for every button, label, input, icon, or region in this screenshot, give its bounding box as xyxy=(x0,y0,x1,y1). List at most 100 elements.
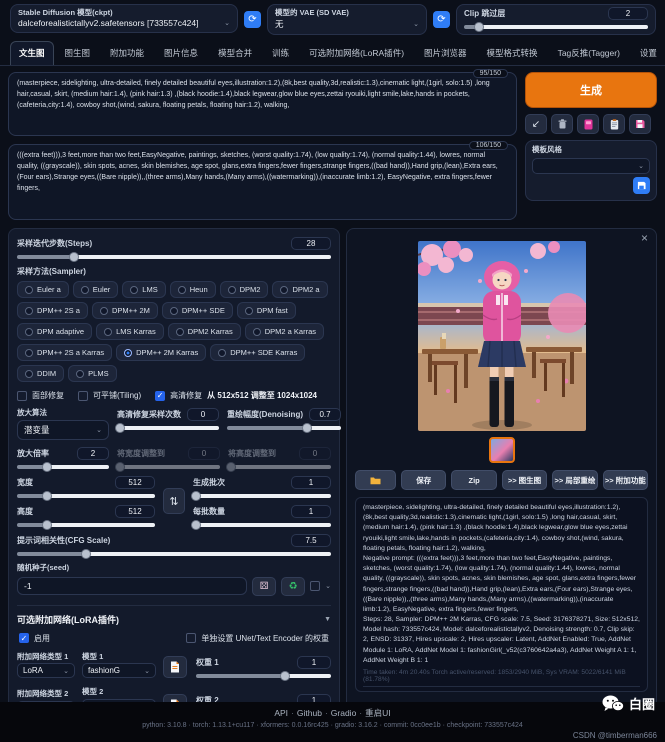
tab-png-info[interactable]: 图片信息 xyxy=(155,41,207,65)
tab-model-converter[interactable]: 模型格式转换 xyxy=(478,41,547,65)
swap-dimensions-button[interactable]: ⇅ xyxy=(163,488,185,514)
resize-width-value[interactable]: 0 xyxy=(188,447,220,460)
sampler-option[interactable]: PLMS xyxy=(68,365,116,382)
save-styles-button[interactable] xyxy=(633,177,650,194)
sampler-option-selected[interactable]: DPM++ 2M Karras xyxy=(116,344,206,361)
send-to-img2img-button[interactable]: >> 图生图 xyxy=(502,470,547,490)
slider-handle[interactable] xyxy=(42,462,52,472)
restore-faces-checkbox[interactable]: 面部修复 xyxy=(17,390,64,401)
sampler-option[interactable]: DDIM xyxy=(17,365,64,382)
tab-train[interactable]: 训练 xyxy=(263,41,298,65)
generated-image[interactable] xyxy=(418,241,586,431)
lora-enable-checkbox[interactable]: ✓启用 xyxy=(19,633,50,644)
apply-style-button[interactable] xyxy=(603,114,625,134)
seed-input[interactable]: -1 xyxy=(17,577,247,595)
sampler-option[interactable]: DPM adaptive xyxy=(17,323,92,340)
sampler-option[interactable]: Heun xyxy=(170,281,216,298)
lora-weight-slider[interactable] xyxy=(196,674,331,678)
sampler-option[interactable]: DPM++ SDE xyxy=(162,302,233,319)
random-seed-button[interactable]: ⚄ xyxy=(252,577,276,596)
steps-slider[interactable] xyxy=(17,255,331,259)
extra-seed-checkbox[interactable] xyxy=(310,581,320,591)
sampler-option[interactable]: DPM fast xyxy=(237,302,296,319)
batch-count-value[interactable]: 1 xyxy=(291,476,331,489)
slider-handle[interactable] xyxy=(474,22,484,32)
clip-skip-slider[interactable] xyxy=(464,25,648,29)
checkpoint-select[interactable]: Stable Diffusion 模型(ckpt) dalceforealist… xyxy=(10,4,238,33)
tiling-checkbox[interactable]: 可平铺(Tiling) xyxy=(78,390,141,401)
batch-size-slider[interactable] xyxy=(193,523,331,527)
refresh-vae-button[interactable]: ⟳ xyxy=(433,11,450,28)
tab-extras[interactable]: 附加功能 xyxy=(101,41,153,65)
read-params-button[interactable]: ↙ xyxy=(525,114,547,134)
lora-separate-weights-checkbox[interactable]: 单独设置 UNet/Text Encoder 的权重 xyxy=(186,633,329,644)
sampler-option[interactable]: DPM2 a xyxy=(272,281,327,298)
sampler-option[interactable]: DPM++ SDE Karras xyxy=(210,344,305,361)
tab-tagger[interactable]: Tag反推(Tagger) xyxy=(549,41,629,65)
sampler-option[interactable]: Euler a xyxy=(17,281,69,298)
refresh-checkpoint-button[interactable]: ⟳ xyxy=(244,11,261,28)
batch-count-slider[interactable] xyxy=(193,494,331,498)
tab-txt2img[interactable]: 文生图 xyxy=(10,41,54,65)
sampler-option[interactable]: LMS xyxy=(122,281,165,298)
sampler-option[interactable]: DPM++ 2S a Karras xyxy=(17,344,112,361)
clear-prompt-button[interactable] xyxy=(551,114,573,134)
tab-image-browser[interactable]: 图片浏览器 xyxy=(415,41,476,65)
save-image-button[interactable]: 保存 xyxy=(401,470,446,490)
sampler-option[interactable]: DPM++ 2M xyxy=(92,302,158,319)
hires-fix-checkbox[interactable]: ✓高清修复从 512x512 调整至 1024x1024 xyxy=(155,390,317,401)
footer-link[interactable]: API xyxy=(274,708,288,718)
tab-settings[interactable]: 设置 xyxy=(631,41,665,65)
upscaler-dropdown[interactable]: 潜变量⌄ xyxy=(17,420,109,440)
prompt-input[interactable]: (masterpiece, sidelighting, ultra-detail… xyxy=(17,79,508,112)
width-value[interactable]: 512 xyxy=(115,476,155,489)
steps-value[interactable]: 28 xyxy=(291,237,331,250)
generate-button[interactable]: 生成 xyxy=(525,72,657,108)
send-to-extras-button[interactable]: >> 附加功能 xyxy=(603,470,648,490)
resize-height-slider[interactable] xyxy=(228,465,331,469)
height-slider[interactable] xyxy=(17,523,155,527)
hires-steps-value[interactable]: 0 xyxy=(187,408,219,421)
lora-model-dropdown[interactable]: fashionG⌄ xyxy=(82,663,156,678)
additional-networks-header[interactable]: 可选附加网络(LoRA插件) ▼ xyxy=(17,613,331,626)
vae-select[interactable]: 模型的 VAE (SD VAE) 无 ⌄ xyxy=(267,4,427,35)
slider-handle[interactable] xyxy=(280,671,290,681)
gallery-thumbnail[interactable] xyxy=(489,437,515,463)
sampler-option[interactable]: DPM++ 2S a xyxy=(17,302,88,319)
upscale-by-value[interactable]: 2 xyxy=(77,447,109,460)
reuse-seed-button[interactable]: ♻ xyxy=(281,577,305,596)
sampler-option[interactable]: DPM2 Karras xyxy=(168,323,241,340)
resize-width-slider[interactable] xyxy=(117,465,220,469)
slider-handle[interactable] xyxy=(191,520,201,530)
negative-prompt-input[interactable]: (((extra feet))),3 feet,more than two fe… xyxy=(17,151,508,194)
footer-link[interactable]: Github xyxy=(297,708,322,718)
denoising-slider[interactable] xyxy=(227,426,341,430)
open-folder-button[interactable] xyxy=(355,470,396,490)
save-style-button[interactable] xyxy=(629,114,651,134)
batch-size-value[interactable]: 1 xyxy=(291,505,331,518)
sampler-option[interactable]: Euler xyxy=(73,281,119,298)
tab-additional-networks[interactable]: 可选附加网络(LoRA插件) xyxy=(300,41,413,65)
lora-type-dropdown[interactable]: LoRA⌄ xyxy=(17,663,75,678)
send-to-inpaint-button[interactable]: >> 局部重绘 xyxy=(552,470,597,490)
hires-steps-slider[interactable] xyxy=(117,426,219,430)
lora-weight-value[interactable]: 1 xyxy=(297,656,331,669)
cfg-value[interactable]: 7.5 xyxy=(291,534,331,547)
resize-height-value[interactable]: 0 xyxy=(299,447,331,460)
slider-handle[interactable] xyxy=(115,423,125,433)
denoising-value[interactable]: 0.7 xyxy=(309,408,341,421)
slider-handle[interactable] xyxy=(42,491,52,501)
zip-button[interactable]: Zip xyxy=(451,470,496,490)
slider-handle[interactable] xyxy=(115,462,125,472)
clip-skip-value[interactable]: 2 xyxy=(608,7,648,20)
lora-model-info-button[interactable] xyxy=(163,656,187,678)
width-slider[interactable] xyxy=(17,494,155,498)
close-icon[interactable]: × xyxy=(641,232,648,244)
footer-link[interactable]: 重启UI xyxy=(365,708,391,718)
sampler-option[interactable]: DPM2 xyxy=(220,281,269,298)
tab-checkpoint-merger[interactable]: 模型合并 xyxy=(209,41,261,65)
slider-handle[interactable] xyxy=(302,423,312,433)
cfg-slider[interactable] xyxy=(17,552,331,556)
sampler-option[interactable]: DPM2 a Karras xyxy=(245,323,324,340)
footer-link[interactable]: Gradio xyxy=(331,708,357,718)
